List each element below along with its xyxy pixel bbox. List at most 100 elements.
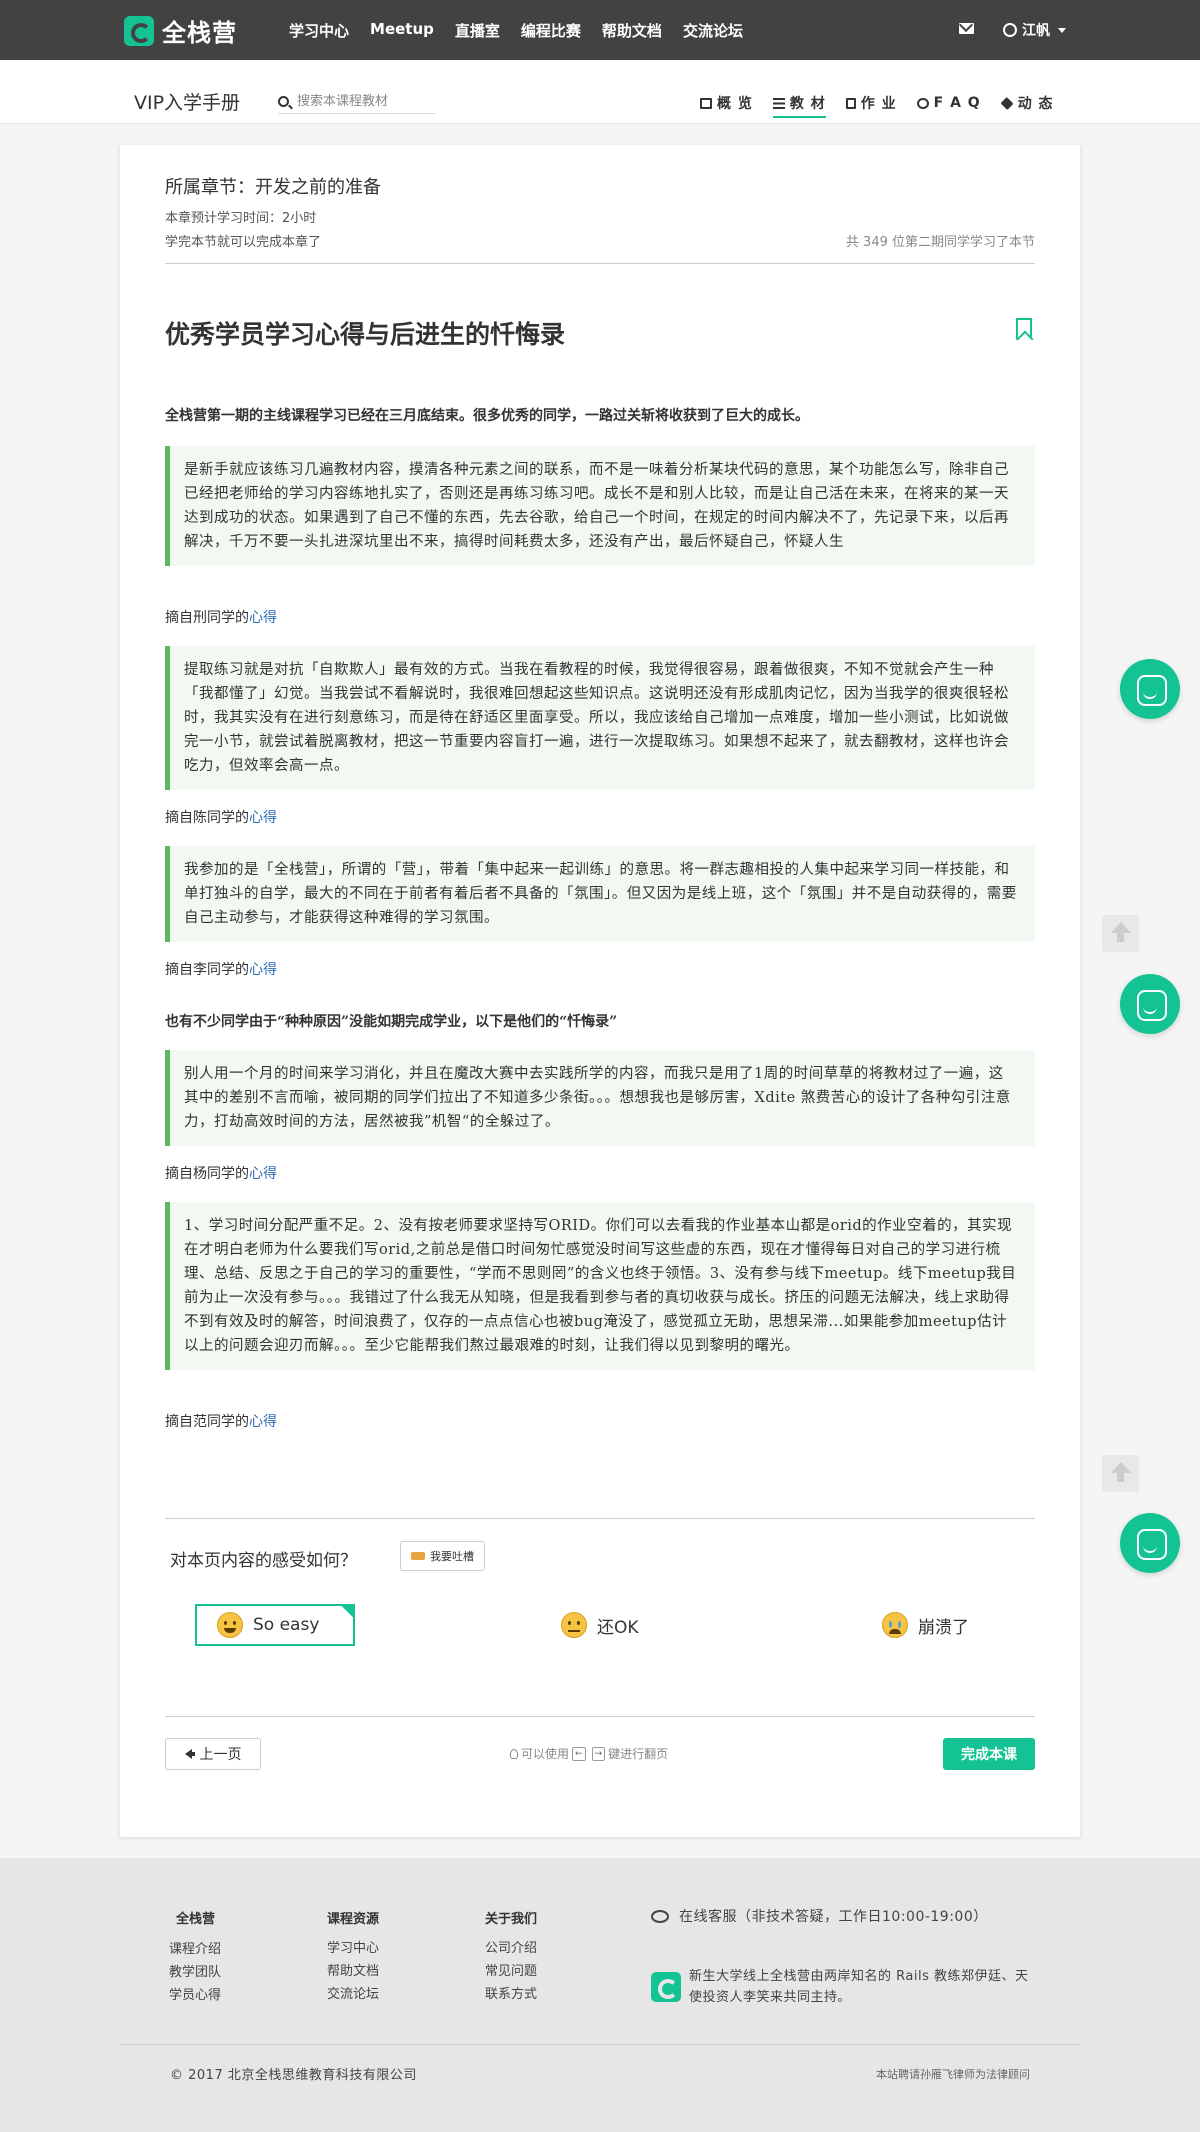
footer-link[interactable]: 交流论坛 [327, 1985, 379, 2004]
lesson-card: 所属章节：开发之前的准备 本章预计学习时间：2小时 学完本节就可以完成本章了 共… [120, 145, 1080, 1837]
hint-prefix: 可以使用 [521, 1747, 570, 1761]
article-title: 优秀学员学习心得与后进生的忏悔录 [165, 320, 566, 349]
footer-heading: 关于我们 [485, 1912, 538, 1927]
nav-link-live-room[interactable]: 直播室 [455, 20, 500, 41]
finish-lesson-button[interactable]: 完成本课 [943, 1738, 1035, 1770]
chat-support-icon[interactable] [1120, 1513, 1180, 1573]
tab-faq[interactable]: F A Q [916, 90, 981, 116]
footer-link[interactable]: 帮助文档 [327, 1962, 379, 1981]
prev-page-button[interactable]: 上一页 [165, 1738, 261, 1770]
tab-homework[interactable]: 作 业 [845, 90, 897, 116]
complain-button[interactable]: 我要吐槽 [400, 1541, 485, 1571]
caret-down-icon [1058, 27, 1066, 33]
feedback-option-ok[interactable]: 还OK [561, 1604, 639, 1646]
citation-link[interactable]: 心得 [249, 1414, 277, 1430]
footer-link[interactable]: 教学团队 [169, 1963, 221, 1982]
mail-icon[interactable] [959, 23, 974, 34]
nav-link-forum[interactable]: 交流论坛 [683, 20, 743, 41]
footer-column-about: 关于我们 公司介绍 常见问题 联系方式 [485, 1908, 537, 2008]
grin-face-icon [217, 1612, 243, 1638]
key-left: ← [572, 1746, 586, 1761]
pointing-hand-icon [411, 1552, 425, 1560]
tab-label: 概 览 [717, 96, 753, 112]
citation-prefix: 摘自杨同学的 [165, 1166, 249, 1182]
feedback-option-easy[interactable]: So easy [195, 1604, 355, 1646]
divider [165, 1716, 1035, 1717]
divider [165, 1518, 1035, 1519]
chat-icon [916, 97, 929, 109]
user-icon [1003, 23, 1017, 37]
main-nav: 学习中心 Meetup 直播室 编程比赛 帮助文档 交流论坛 [289, 20, 764, 41]
quote-citation: 摘自杨同学的心得 [165, 1163, 277, 1183]
crying-face-icon [882, 1612, 908, 1638]
comments-icon [651, 1909, 669, 1923]
divider [120, 2044, 1080, 2045]
quote-citation: 摘自陈同学的心得 [165, 807, 277, 827]
keyboard-hint: 可以使用 ← → 键进行翻页 [510, 1745, 668, 1762]
complain-label: 我要吐槽 [430, 1550, 474, 1563]
lead-paragraph: 全栈营第一期的主线课程学习已经在三月底结束。很多优秀的同学，一路过关斩将收获到了… [165, 408, 809, 424]
user-name: 江帆 [1022, 23, 1050, 39]
back-to-top-icon[interactable] [1102, 915, 1139, 952]
feedback-option-broken[interactable]: 崩溃了 [882, 1604, 969, 1646]
site-logo[interactable]: 全栈营 [124, 13, 237, 48]
tab-activity[interactable]: 动 态 [1000, 90, 1054, 116]
course-title: VIP入学手册 [134, 92, 241, 114]
user-menu[interactable]: 江帆 [1003, 20, 1066, 40]
tab-overview[interactable]: 概 览 [700, 90, 753, 116]
chat-support-icon[interactable] [1120, 659, 1180, 719]
divider [165, 263, 1035, 264]
citation-link[interactable]: 心得 [249, 1166, 277, 1182]
quote-citation: 摘自范同学的心得 [165, 1411, 277, 1431]
citation-prefix: 摘自刑同学的 [165, 610, 249, 626]
footer-column-bootcamp: 全栈营 [176, 1908, 215, 1939]
prev-label: 上一页 [199, 1747, 242, 1763]
citation-link[interactable]: 心得 [249, 810, 277, 826]
quote-block: 提取练习就是对抗「自欺欺人」最有效的方式。当我在看教程的时候，我觉得很容易，跟着… [165, 646, 1035, 790]
quote-block: 1、学习时间分配严重不足。2、没有按老师要求坚持写ORID。你们可以去看我的作业… [165, 1202, 1035, 1370]
citation-prefix: 摘自陈同学的 [165, 810, 249, 826]
key-right: → [591, 1746, 606, 1761]
lead-paragraph: 也有不少同学由于“种种原因”没能如期完成学业，以下是他们的“忏悔录” [165, 1014, 618, 1030]
footer-heading: 全栈营 [176, 1912, 216, 1927]
logo-icon [124, 15, 154, 46]
quote-block: 我参加的是「全栈营」，所谓的「营」，带着「集中起来一起训练」的意思。将一群志趣相… [165, 846, 1035, 942]
option-label: 还OK [597, 1617, 639, 1638]
footer-link[interactable]: 常见问题 [485, 1962, 537, 1981]
top-navbar: 全栈营 学习中心 Meetup 直播室 编程比赛 帮助文档 交流论坛 江帆 [0, 0, 1200, 60]
quote-citation: 摘自李同学的心得 [165, 959, 277, 979]
online-service[interactable]: 在线客服（非技术答疑，工作日10:00-19:00） [651, 1906, 988, 1926]
feedback-question: 对本页内容的感受如何？ [170, 1551, 357, 1571]
footer-link[interactable]: 课程介绍 [169, 1940, 221, 1959]
footer-link[interactable]: 公司介绍 [485, 1939, 537, 1958]
bookmark-icon[interactable] [1016, 318, 1032, 340]
citation-link[interactable]: 心得 [249, 962, 277, 978]
tab-label: 动 态 [1017, 96, 1054, 112]
option-label: So easy [253, 1615, 320, 1635]
search-input[interactable] [297, 94, 427, 109]
footer-link[interactable]: 学员心得 [169, 1986, 221, 2005]
learner-count: 共 349 位第二期同学学习了本节 [845, 235, 1035, 250]
hint-suffix: 键进行翻页 [608, 1747, 669, 1761]
legal-counsel: 本站聘请孙雁飞律师为法律顾问 [876, 2068, 1030, 2081]
tag-icon [1000, 96, 1014, 110]
citation-prefix: 摘自李同学的 [165, 962, 249, 978]
footer-link[interactable]: 学习中心 [327, 1939, 379, 1958]
back-to-top-icon[interactable] [1102, 1455, 1139, 1492]
nav-link-coding-contest[interactable]: 编程比赛 [521, 20, 581, 41]
quote-citation: 摘自刑同学的心得 [165, 607, 277, 627]
nav-link-help-docs[interactable]: 帮助文档 [602, 20, 662, 41]
nav-link-meetup[interactable]: Meetup [370, 20, 434, 41]
citation-link[interactable]: 心得 [249, 610, 277, 626]
chat-support-icon[interactable] [1120, 974, 1180, 1034]
tab-materials[interactable]: 教 材 [772, 90, 826, 118]
chapter-complete-note: 学完本节就可以完成本章了 [165, 235, 322, 250]
footer-link[interactable]: 联系方式 [485, 1985, 537, 2004]
footer-column-resources: 课程资源 学习中心 帮助文档 交流论坛 [327, 1908, 379, 2008]
neutral-face-icon [561, 1612, 587, 1638]
nav-link-learning-center[interactable]: 学习中心 [289, 20, 349, 41]
course-search [278, 90, 436, 114]
arrow-left-icon [184, 1749, 195, 1759]
citation-prefix: 摘自范同学的 [165, 1414, 249, 1430]
tab-label: F A Q [933, 95, 981, 111]
